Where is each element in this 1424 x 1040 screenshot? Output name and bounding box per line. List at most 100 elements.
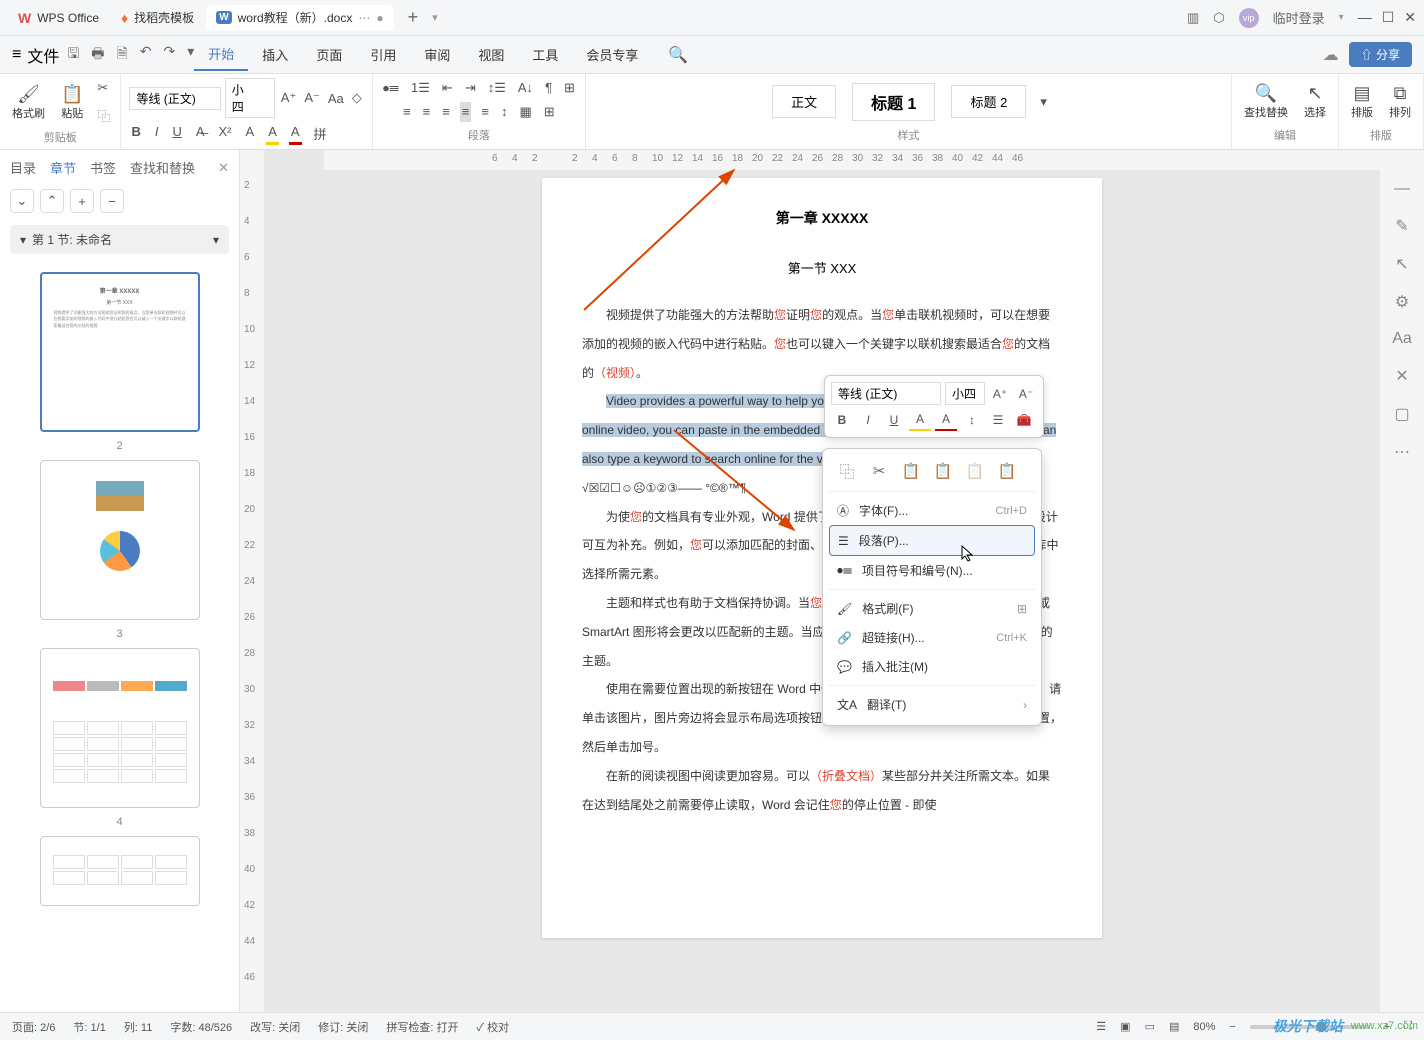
mini-bold-icon[interactable]: B xyxy=(831,409,853,431)
numbering-icon[interactable]: 1☰ xyxy=(409,78,432,98)
status-words[interactable]: 字数: 48/526 xyxy=(170,1019,232,1035)
align-center-icon[interactable]: ≡ xyxy=(421,102,433,122)
format-painter-button[interactable]: 🖌 格式刷 xyxy=(8,82,49,123)
bullets-icon[interactable]: ⦁☰ xyxy=(381,78,401,98)
mini-underline-icon[interactable]: U xyxy=(883,409,905,431)
align-right-icon[interactable]: ≡ xyxy=(440,102,452,122)
decrease-font-icon[interactable]: A⁻ xyxy=(302,88,322,108)
tab-overflow-icon[interactable]: ⋯ xyxy=(358,11,370,25)
strikethrough-icon[interactable]: A̶ xyxy=(194,122,207,145)
collapse-icon[interactable]: ⌄ xyxy=(10,189,34,213)
tab-document[interactable]: W word教程（新）.docx ⋯ ● xyxy=(206,5,393,30)
nav-close-icon[interactable]: ✕ xyxy=(218,160,229,176)
panel-icon[interactable]: ▥ xyxy=(1187,10,1199,26)
ctx-paste-special-icon[interactable]: 📋 xyxy=(931,459,955,483)
increase-font-icon[interactable]: A⁺ xyxy=(279,88,299,108)
maximize-button[interactable]: ☐ xyxy=(1382,9,1395,26)
view-mode-icon[interactable]: ☰ xyxy=(1096,1020,1106,1033)
cube-icon[interactable]: ⬡ xyxy=(1213,10,1224,26)
status-spell[interactable]: 拼写检查: 打开 xyxy=(386,1019,458,1035)
file-menu[interactable]: ≡ 文件 xyxy=(12,43,59,67)
rail-page-icon[interactable]: ▢ xyxy=(1394,404,1409,424)
styles-more-icon[interactable]: ▾ xyxy=(1038,92,1049,112)
mini-increase-font-icon[interactable]: A⁺ xyxy=(989,383,1011,405)
show-marks-icon[interactable]: ¶ xyxy=(543,78,554,98)
paste-button[interactable]: 📋 粘贴 xyxy=(57,82,87,123)
tab-templates[interactable]: ♦ 找稻壳模板 xyxy=(111,5,204,30)
status-proof[interactable]: ✓ 校对 xyxy=(476,1019,509,1035)
save-icon[interactable]: 🖫 xyxy=(67,43,79,67)
undo-icon[interactable]: ↶ xyxy=(140,43,152,67)
rail-style-icon[interactable]: Aa xyxy=(1392,330,1412,348)
page-thumbnail-5[interactable] xyxy=(40,836,200,906)
menu-member[interactable]: 会员专享 xyxy=(572,39,652,70)
decrease-indent-icon[interactable]: ⇤ xyxy=(440,78,455,98)
sort-icon[interactable]: A↓ xyxy=(516,78,535,98)
nav-tab-chapters[interactable]: 章节 xyxy=(50,158,76,177)
menu-reference[interactable]: 引用 xyxy=(356,39,410,70)
mini-decrease-font-icon[interactable]: A⁻ xyxy=(1015,383,1037,405)
style-heading2[interactable]: 标题 2 xyxy=(951,85,1026,118)
share-button[interactable]: ⇧ 分享 xyxy=(1349,42,1412,67)
ctx-paste-keep-icon[interactable]: 📋 xyxy=(995,459,1019,483)
rail-minimize-icon[interactable]: — xyxy=(1394,180,1410,198)
section-header[interactable]: ▾ 第 1 节: 未命名 ▾ xyxy=(10,225,229,254)
mini-highlight-icon[interactable]: A xyxy=(909,409,931,431)
font-color-icon[interactable]: A xyxy=(289,122,302,145)
preview-icon[interactable]: 🗎 xyxy=(117,43,128,67)
tab-close-icon[interactable]: ● xyxy=(376,11,383,25)
change-case-icon[interactable]: Aa xyxy=(326,89,346,108)
rail-settings-icon[interactable]: ⚙ xyxy=(1395,292,1409,312)
menu-page[interactable]: 页面 xyxy=(302,39,356,70)
rail-more-icon[interactable]: ⋯ xyxy=(1394,442,1410,462)
ctx-paste-text-icon[interactable]: 📋 xyxy=(963,459,987,483)
quick-dropdown-icon[interactable]: ▾ xyxy=(187,43,194,67)
spacing-icon[interactable]: ↕ xyxy=(499,102,510,122)
ctx-hyperlink[interactable]: 🔗 超链接(H)... Ctrl+K xyxy=(829,623,1035,652)
superscript-icon[interactable]: X² xyxy=(217,122,234,145)
mini-font-color-icon[interactable]: A xyxy=(935,409,957,431)
border-icon[interactable]: ⊞ xyxy=(542,102,557,122)
page-thumbnail-4[interactable] xyxy=(40,648,200,808)
mini-list-icon[interactable]: ☰ xyxy=(987,409,1009,431)
clear-format-icon[interactable]: ◇ xyxy=(350,88,364,108)
horizontal-ruler[interactable]: 6 4 2 2 4 6 8 10 12 14 16 18 20 22 24 26… xyxy=(324,150,1380,170)
status-track[interactable]: 修订: 关闭 xyxy=(318,1019,368,1035)
add-section-icon[interactable]: + xyxy=(70,189,94,213)
style-heading1[interactable]: 标题 1 xyxy=(852,83,935,121)
status-revision[interactable]: 改写: 关闭 xyxy=(250,1019,300,1035)
page-thumbnail-3[interactable] xyxy=(40,460,200,620)
cloud-icon[interactable]: ☁ xyxy=(1323,45,1339,65)
ctx-font[interactable]: Ⓐ 字体(F)... Ctrl+D xyxy=(829,496,1035,525)
font-family-select[interactable]: 等线 (正文) xyxy=(129,87,220,110)
tab-dropdown-icon[interactable]: ▾ xyxy=(432,11,438,24)
status-section[interactable]: 节: 1/1 xyxy=(73,1019,105,1035)
print-icon[interactable]: 🖶 xyxy=(91,43,104,67)
mini-line-spacing-icon[interactable]: ↕ xyxy=(961,409,983,431)
text-effect-icon[interactable]: A xyxy=(244,122,257,145)
rail-pen-icon[interactable]: ✎ xyxy=(1395,216,1408,236)
menu-tools[interactable]: 工具 xyxy=(518,39,572,70)
mini-italic-icon[interactable]: I xyxy=(857,409,879,431)
shading-icon[interactable]: ▦ xyxy=(517,102,533,122)
align-button[interactable]: ⧉ 排列 xyxy=(1385,81,1415,122)
view-read-icon[interactable]: ▤ xyxy=(1169,1020,1179,1033)
bold-icon[interactable]: B xyxy=(129,122,142,145)
align-left-icon[interactable]: ≡ xyxy=(401,102,413,122)
font-size-select[interactable]: 小四 xyxy=(225,78,275,118)
cut-icon[interactable]: ✂ xyxy=(95,78,112,98)
close-button[interactable]: ✕ xyxy=(1404,9,1416,26)
nav-tab-toc[interactable]: 目录 xyxy=(10,158,36,177)
select-button[interactable]: ↖ 选择 xyxy=(1300,81,1330,122)
ctx-bullets[interactable]: ⦁☰ 项目符号和编号(N)... xyxy=(829,556,1035,585)
rail-tools-icon[interactable]: ✕ xyxy=(1395,366,1408,386)
login-text[interactable]: 临时登录 xyxy=(1273,8,1325,27)
new-tab-button[interactable]: + xyxy=(396,7,431,28)
menu-view[interactable]: 视图 xyxy=(464,39,518,70)
tab-icon[interactable]: ⊞ xyxy=(562,78,577,98)
ctx-copy-icon[interactable]: ⿻ xyxy=(835,459,859,483)
mini-font-size[interactable]: 小四 xyxy=(945,382,985,405)
ctx-translate[interactable]: 文A 翻译(T) › xyxy=(829,690,1035,719)
search-icon[interactable]: 🔍 xyxy=(668,45,688,65)
nav-tab-find[interactable]: 查找和替换 xyxy=(130,158,195,177)
